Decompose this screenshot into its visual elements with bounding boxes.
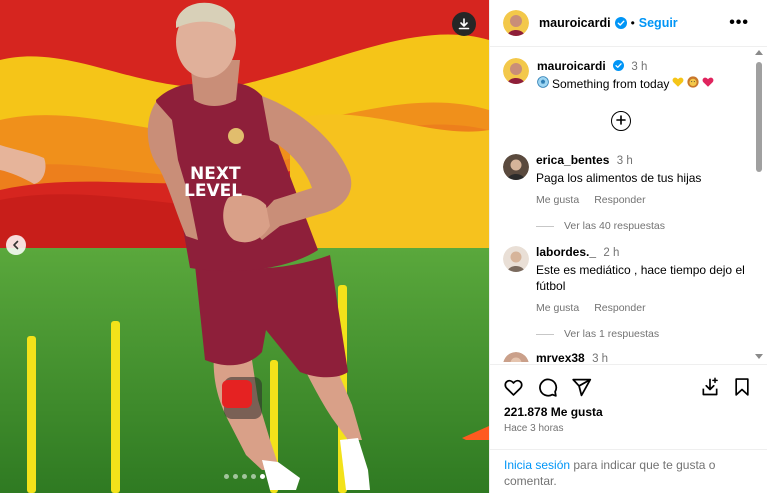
comments-section[interactable]: mauroicardi 3 h Something from today eri… [490,48,754,362]
chevron-left-icon [11,240,21,250]
replies-divider [536,333,554,335]
comment-reply-button[interactable]: Responder [594,194,645,206]
comment-reply-button[interactable]: Responder [594,302,645,314]
comment-time: 3 h [616,155,633,167]
commenter-avatar[interactable] [503,246,529,272]
comment-like-button[interactable]: Me gusta [536,302,579,314]
comment-text: Este es mediático , hace tiempo dejo el … [536,263,745,293]
carousel-dot-active [260,474,265,479]
add-comment-button[interactable] [611,111,631,131]
more-options-icon[interactable]: ••• [729,14,749,32]
yellow-heart-emoji-icon [672,76,684,93]
view-replies-label: Ver las 40 respuestas [564,220,665,232]
carousel-prev-button[interactable] [6,235,26,255]
comment-icon[interactable] [537,377,558,398]
download-button[interactable] [452,12,476,36]
instagram-post-viewer: NEXT LEVEL mauroicardi • Seguir ••• maur… [0,0,767,493]
training-photo: NEXT LEVEL [0,0,489,493]
scroll-up-arrow[interactable] [755,50,763,55]
verified-badge-icon [614,17,627,29]
comment-item: mrvex38 3 h [503,350,748,362]
post-actions: 221.878 Me gusta Hace 3 horas Inicia ses… [490,364,767,493]
likes-count[interactable]: 221.878 Me gusta [504,405,603,419]
save-to-collection-icon[interactable] [700,377,720,397]
scroll-down-arrow[interactable] [755,354,763,359]
view-replies-button[interactable]: Ver las 1 respuestas [536,328,748,340]
commenter-username[interactable]: mrvex38 [536,351,585,362]
comment-text: Paga los alimentos de tus hijas [536,171,702,185]
carousel-dot [251,474,256,479]
view-replies-button[interactable]: Ver las 40 respuestas [536,220,748,232]
commenter-username[interactable]: erica_bentes [536,153,609,167]
caption-avatar[interactable] [503,58,529,84]
comment-item: erica_bentes 3 h Paga los alimentos de t… [503,152,748,232]
verified-badge-icon [613,60,625,71]
caption: mauroicardi 3 h Something from today [503,58,714,93]
login-prompt: Inicia sesión para indicar que te gusta … [490,449,767,489]
plus-icon [616,112,626,130]
author-username[interactable]: mauroicardi [539,16,611,30]
commenter-avatar[interactable] [503,154,529,180]
jersey-text-line-2: LEVEL [184,181,242,201]
post-photo[interactable]: NEXT LEVEL [0,0,489,493]
commenter-username[interactable]: labordes._ [536,245,596,259]
comment-time: 3 h [592,353,609,362]
soccer-ball-emoji-icon [537,76,549,93]
carousel-dot [242,474,247,479]
replies-divider [536,225,554,227]
caption-text-row: Something from today [537,76,714,93]
caption-time: 3 h [631,61,648,73]
bookmark-icon[interactable] [732,377,752,397]
red-heart-emoji-icon [702,76,714,93]
post-header: mauroicardi • Seguir ••• [490,0,767,47]
scroll-thumb[interactable] [756,62,762,172]
comments-scrollbar[interactable] [754,48,764,362]
caption-text: Something from today [552,77,670,91]
heart-icon[interactable] [503,377,524,398]
lion-emoji-icon [687,76,700,93]
header-separator: • [630,16,635,30]
view-replies-label: Ver las 1 respuestas [564,328,660,340]
comment-like-button[interactable]: Me gusta [536,194,579,206]
caption-username[interactable]: mauroicardi [537,59,606,73]
carousel-indicator [224,474,265,479]
carousel-dot [233,474,238,479]
download-icon [458,18,470,30]
author-avatar[interactable] [503,10,529,36]
post-sidebar: mauroicardi • Seguir ••• mauroicardi 3 h… [489,0,767,493]
share-icon[interactable] [571,377,592,398]
comment-item: labordes._ 2 h Este es mediático , hace … [503,244,748,340]
post-time: Hace 3 horas [504,423,564,434]
comment-time: 2 h [603,247,620,259]
follow-button[interactable]: Seguir [639,16,678,30]
commenter-avatar[interactable] [503,352,529,362]
login-link[interactable]: Inicia sesión [504,458,570,472]
carousel-dot [224,474,229,479]
